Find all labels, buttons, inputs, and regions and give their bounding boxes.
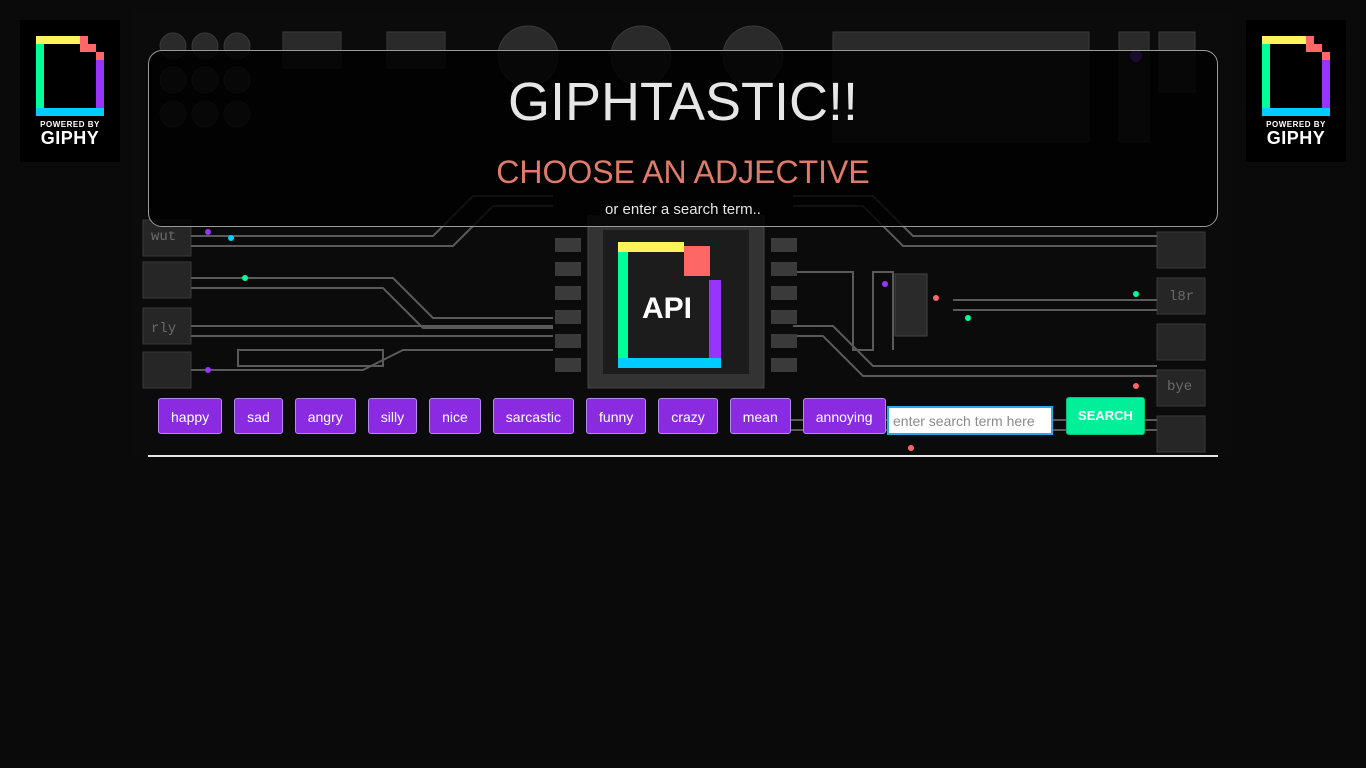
- board-label-rly: rly: [151, 321, 176, 337]
- adjective-button-funny[interactable]: funny: [586, 398, 647, 434]
- giphy-brand-label: GIPHY: [40, 128, 100, 148]
- search-input[interactable]: [887, 406, 1053, 435]
- adjective-button-crazy[interactable]: crazy: [658, 398, 718, 434]
- adjective-button-annoying[interactable]: annoying: [802, 398, 886, 434]
- chip-api-label: API: [642, 292, 692, 325]
- adjective-button-nice[interactable]: nice: [429, 398, 481, 434]
- giphy-brand-label: GIPHY: [1266, 128, 1326, 148]
- adjective-button-sarcastic[interactable]: sarcastic: [492, 398, 575, 434]
- giphy-icon: [1262, 36, 1330, 116]
- page-subtitle: CHOOSE AN ADJECTIVE: [496, 154, 870, 190]
- giphy-logo-left: POWERED BY GIPHY: [20, 20, 120, 162]
- search-hint: or enter a search term..: [605, 201, 761, 218]
- giphy-icon: [36, 36, 104, 116]
- giphy-logo-right: POWERED BY GIPHY: [1246, 20, 1346, 162]
- adjective-button-silly[interactable]: silly: [367, 398, 418, 434]
- search-button[interactable]: SEARCH: [1066, 397, 1145, 435]
- board-label-l8r: l8r: [1169, 289, 1194, 305]
- page-title: GIPHTASTIC!!: [507, 72, 859, 132]
- board-label-bye: bye: [1167, 379, 1192, 395]
- adjective-button-angry[interactable]: angry: [294, 398, 356, 434]
- header-panel: GIPHTASTIC!! CHOOSE AN ADJECTIVE or ente…: [148, 50, 1218, 227]
- board-label-wut: wut: [151, 229, 176, 245]
- adjective-button-sad[interactable]: sad: [234, 398, 283, 434]
- results-divider: [148, 455, 1218, 457]
- adjective-button-happy[interactable]: happy: [158, 398, 223, 434]
- adjective-button-row: happy sad angry silly nice sarcastic fun…: [158, 397, 898, 435]
- adjective-button-mean[interactable]: mean: [729, 398, 791, 434]
